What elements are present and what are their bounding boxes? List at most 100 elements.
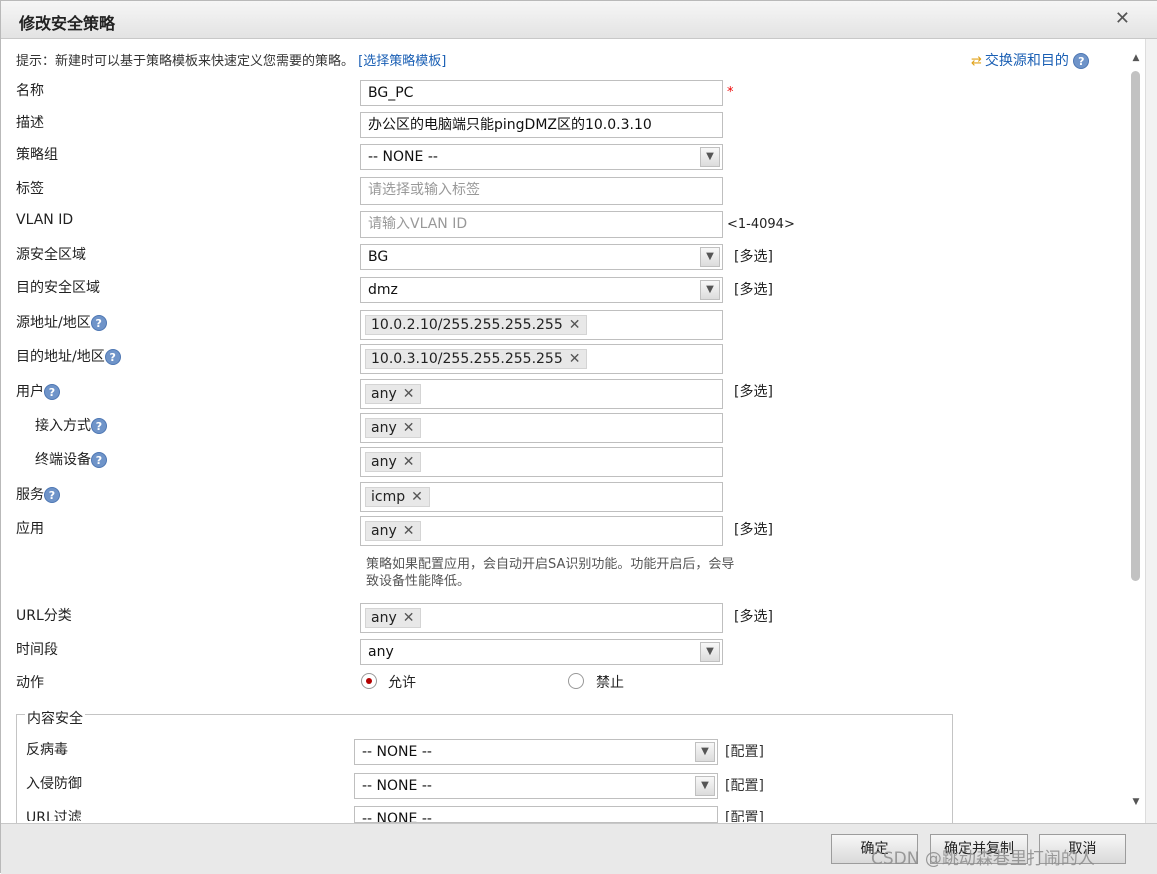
chevron-down-icon[interactable]: ▼ [700,280,720,300]
dst-addr-value: 10.0.3.10/255.255.255.255 [371,351,563,367]
src-addr-tagbox[interactable]: 10.0.2.10/255.255.255.255 ✕ [360,310,723,340]
name-input[interactable]: BG_PC [360,80,723,106]
url-filter-value: -- NONE -- [362,811,432,823]
service-label-text: 服务 [16,487,44,503]
application-tagbox[interactable]: any ✕ [360,516,723,546]
help-icon[interactable]: ? [91,452,107,468]
dst-zone-value: dmz [368,282,398,298]
ips-value: -- NONE -- [362,778,432,794]
application-tag: any ✕ [365,521,422,541]
src-addr-tag: 10.0.2.10/255.255.255.255 ✕ [365,315,588,335]
action-allow-label[interactable]: 允许 [388,672,416,692]
action-allow-radio[interactable] [361,673,377,689]
scroll-down-icon[interactable]: ▼ [1130,797,1142,807]
terminal-device-label: 终端设备? [35,449,107,469]
url-category-multi-link[interactable]: [多选] [734,606,773,626]
action-deny-label[interactable]: 禁止 [596,672,624,692]
ips-config-link[interactable]: [配置] [725,775,764,795]
remove-tag-icon[interactable]: ✕ [569,317,581,333]
tag-input[interactable]: 请选择或输入标签 [360,177,723,205]
user-tagbox[interactable]: any ✕ [360,379,723,409]
dst-zone-label: 目的安全区域 [16,280,100,296]
user-tag: any ✕ [365,384,422,404]
time-range-select[interactable]: any ▼ [360,639,723,665]
description-input[interactable]: 办公区的电脑端只能pingDMZ区的10.0.3.10 [360,112,723,138]
application-note: 策略如果配置应用，会自动开启SA识别功能。功能开启后，会导致设备性能降低。 [366,557,735,589]
ips-select[interactable]: -- NONE -- ▼ [354,773,718,799]
policy-group-label: 策略组 [16,147,58,163]
antivirus-config-link[interactable]: [配置] [725,741,764,761]
action-label: 动作 [16,675,44,691]
swap-src-dst-link[interactable]: ⇄ 交换源和目的 ? [971,50,1090,70]
user-label: 用户? [16,381,60,401]
close-icon[interactable]: ✕ [1115,8,1130,29]
required-mark: * [727,85,734,100]
remove-tag-icon[interactable]: ✕ [411,489,423,505]
dialog-title: 修改安全策略 [19,14,116,33]
url-filter-label: URL过滤 [26,810,82,821]
src-addr-label-text: 源地址/地区 [16,315,91,331]
user-label-text: 用户 [16,384,44,400]
access-method-tagbox[interactable]: any ✕ [360,413,723,443]
background-window-edge [1145,39,1157,874]
src-zone-select[interactable]: BG ▼ [360,244,723,270]
url-category-label: URL分类 [16,608,72,624]
edit-security-policy-dialog: 修改安全策略 ✕ 提示：新建时可以基于策略模板来快速定义您需要的策略。 [选择策… [0,0,1157,874]
vlan-range-hint: <1-4094> [727,217,795,232]
swap-arrows-icon: ⇄ [971,54,982,69]
remove-tag-icon[interactable]: ✕ [403,610,415,626]
service-tagbox[interactable]: icmp ✕ [360,482,723,512]
dst-addr-tagbox[interactable]: 10.0.3.10/255.255.255.255 ✕ [360,344,723,374]
url-filter-config-link[interactable]: [配置] [725,807,764,822]
chevron-down-icon[interactable]: ▼ [695,742,715,762]
remove-tag-icon[interactable]: ✕ [403,454,415,470]
dst-zone-multi-link[interactable]: [多选] [734,279,773,299]
description-label: 描述 [16,115,44,131]
help-icon[interactable]: ? [91,418,107,434]
help-icon[interactable]: ? [44,384,60,400]
url-category-tag: any ✕ [365,608,422,628]
chevron-down-icon[interactable]: ▼ [700,642,720,662]
user-value: any [371,386,397,402]
antivirus-select[interactable]: -- NONE -- ▼ [354,739,718,765]
scroll-up-icon[interactable]: ▲ [1130,53,1142,63]
chevron-down-icon[interactable]: ▼ [695,776,715,796]
service-value: icmp [371,489,406,505]
remove-tag-icon[interactable]: ✕ [569,351,581,367]
vlan-id-input[interactable]: 请输入VLAN ID [360,211,723,238]
dst-addr-label: 目的地址/地区? [16,346,121,366]
help-icon[interactable]: ? [1073,53,1090,69]
hint-message: 提示：新建时可以基于策略模板来快速定义您需要的策略。 [16,54,355,69]
application-multi-link[interactable]: [多选] [734,519,773,539]
help-icon[interactable]: ? [44,487,60,503]
src-zone-multi-link[interactable]: [多选] [734,246,773,266]
dst-zone-select[interactable]: dmz ▼ [360,277,723,303]
terminal-device-label-text: 终端设备 [35,452,91,468]
select-template-link[interactable]: [选择策略模板] [358,54,446,69]
url-category-value: any [371,610,397,626]
ips-label: 入侵防御 [26,776,82,792]
dst-addr-tag: 10.0.3.10/255.255.255.255 ✕ [365,349,588,369]
chevron-down-icon[interactable]: ▼ [700,247,720,267]
url-category-tagbox[interactable]: any ✕ [360,603,723,633]
swap-label: 交换源和目的 [984,53,1069,69]
remove-tag-icon[interactable]: ✕ [403,420,415,436]
url-filter-select[interactable]: -- NONE -- [354,806,718,823]
user-multi-link[interactable]: [多选] [734,381,773,401]
scrollbar-thumb[interactable] [1131,71,1140,581]
help-icon[interactable]: ? [90,315,107,331]
access-method-tag: any ✕ [365,418,422,438]
chevron-down-icon[interactable]: ▼ [700,147,720,167]
action-deny-radio[interactable] [568,673,584,689]
application-value: any [371,523,397,539]
terminal-device-tagbox[interactable]: any ✕ [360,447,723,477]
help-icon[interactable]: ? [104,349,121,365]
remove-tag-icon[interactable]: ✕ [403,386,415,402]
service-label: 服务? [16,484,60,504]
content-security-legend: 内容安全 [25,708,85,728]
src-zone-label: 源安全区域 [16,247,86,263]
access-method-label-text: 接入方式 [35,418,91,434]
remove-tag-icon[interactable]: ✕ [403,523,415,539]
policy-group-select[interactable]: -- NONE -- ▼ [360,144,723,170]
antivirus-label: 反病毒 [26,742,68,758]
